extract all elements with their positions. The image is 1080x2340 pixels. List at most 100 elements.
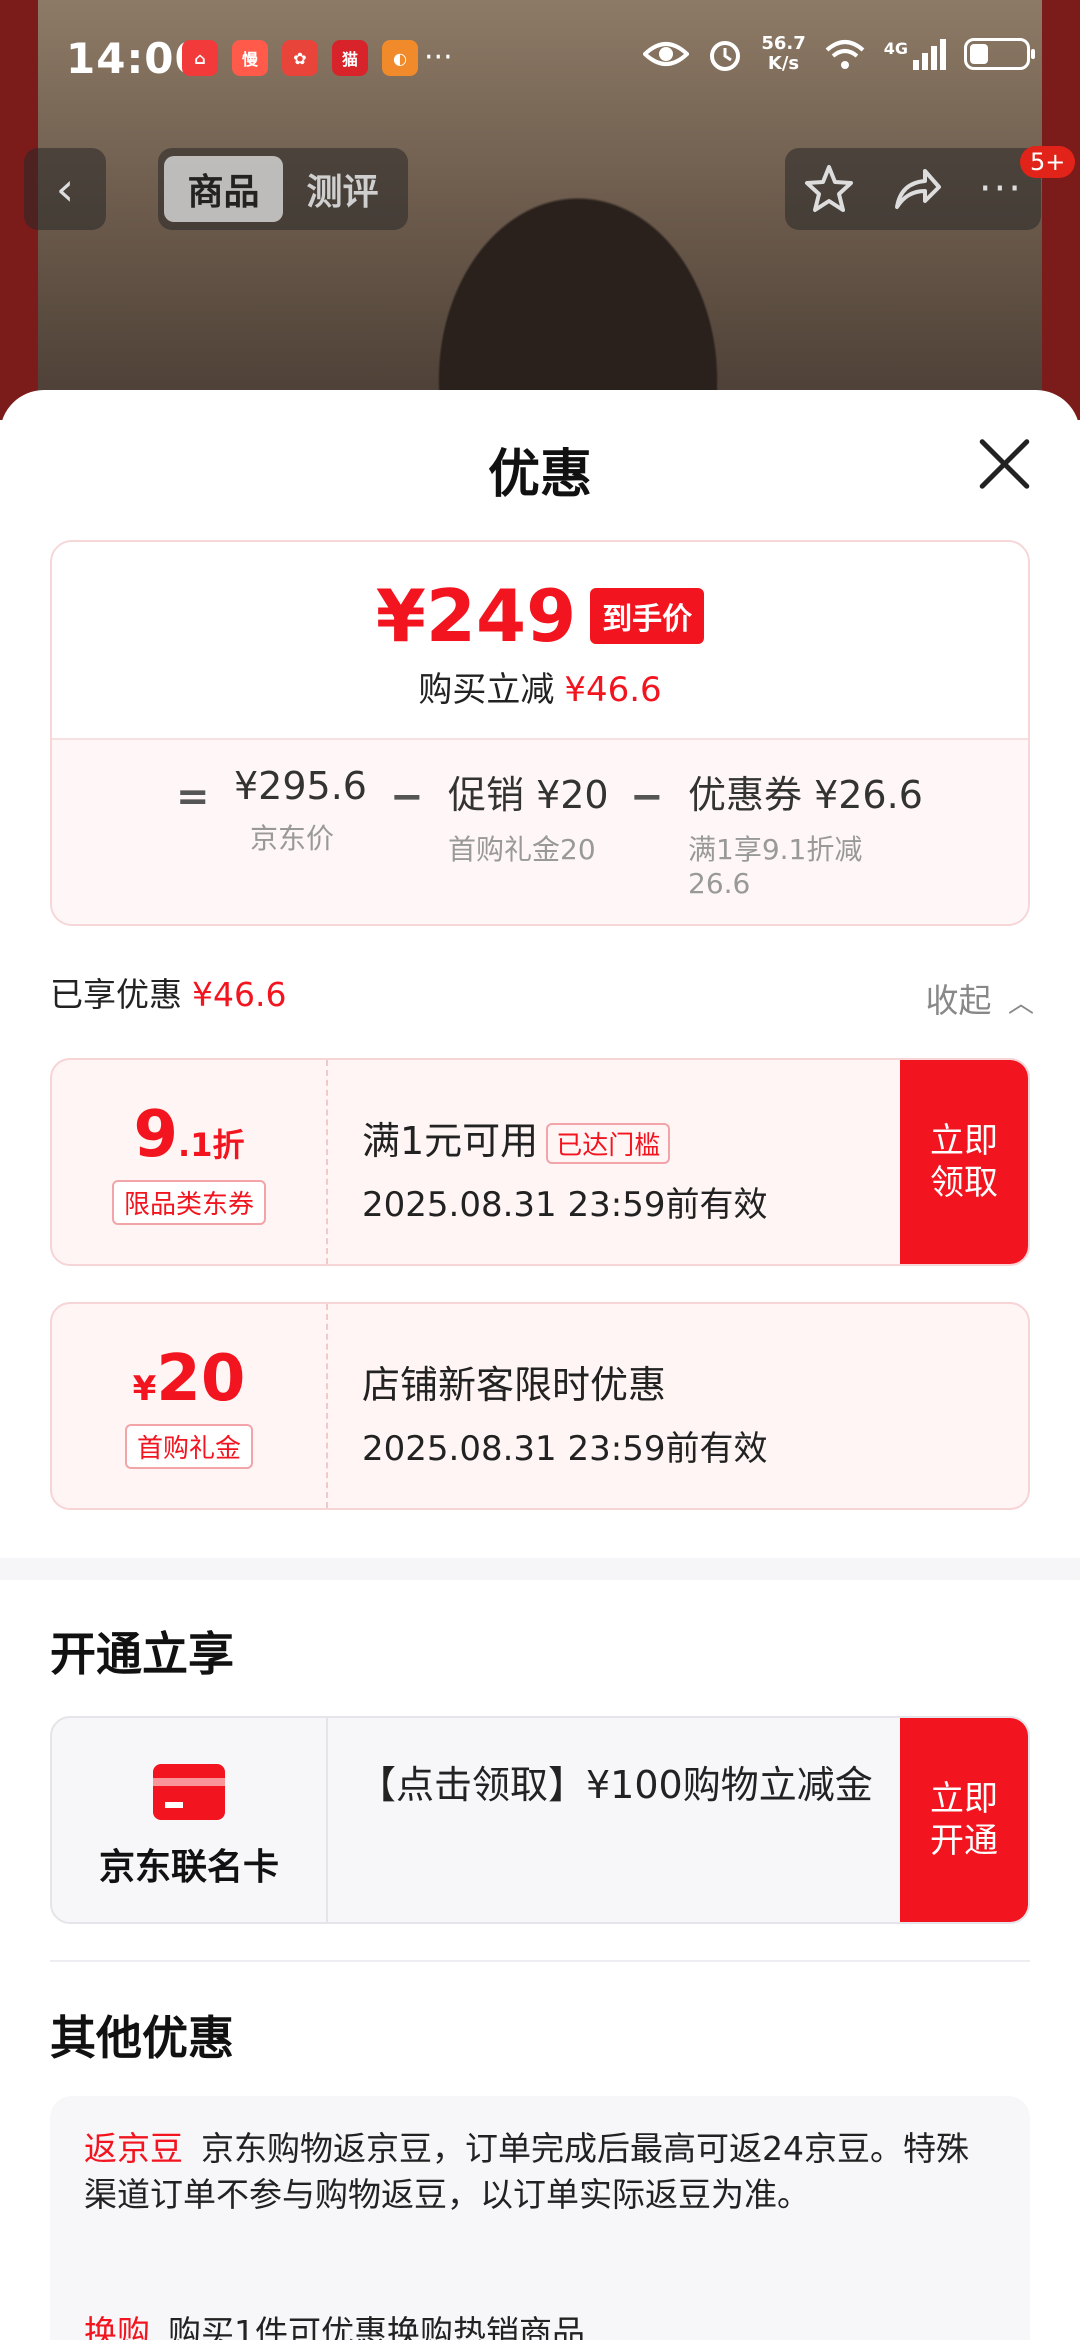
coupon-title: 满1元可用 已达门槛: [362, 1110, 888, 1165]
coupon-label-line1: 满1享9.1折减: [688, 833, 863, 866]
minus-sign: −: [390, 774, 424, 820]
coupon-amount: 优惠券 ¥26.6: [688, 773, 923, 817]
other-section-title: 其他优惠: [50, 2011, 234, 2065]
gift-currency: ¥: [132, 1369, 157, 1409]
offer-label: 换购: [84, 2313, 150, 2340]
jd-price: ¥295.6: [234, 764, 367, 808]
other-offers: 返京豆 京东购物返京豆，订单完成后最高可返24京豆。特殊渠道订单不参与购物返豆，以…: [50, 2096, 1030, 2340]
claim-button-line2: 领取: [930, 1163, 998, 1203]
reduce-amount: ¥46.6: [564, 670, 662, 710]
chevron-up-icon: ︿: [1007, 989, 1034, 1019]
collapse-label: 收起: [925, 981, 992, 1020]
gift-title: 店铺新客限时优惠: [362, 1363, 667, 1407]
offer-text: 京东购物返京豆，订单完成后最高可返24京豆。特殊渠道订单不参与购物返豆，以订单实…: [84, 2129, 969, 2214]
message-badge: 5+: [1020, 146, 1076, 178]
jd-app-icon: ⌂: [182, 40, 218, 76]
gift-value: ¥20 首购礼金: [52, 1304, 328, 1508]
credit-card-icon: [153, 1764, 225, 1820]
star-favorite-icon[interactable]: [803, 163, 855, 215]
minus-sign: −: [630, 774, 664, 820]
battery-icon: [964, 38, 1035, 70]
offer-item-exchange[interactable]: 换购 购买1件可优惠换购热销商品: [84, 2310, 990, 2340]
gift-card: ¥20 首购礼金 店铺新客限时优惠 2025.08.31 23:59前有效: [50, 1302, 1030, 1510]
status-bar: 14:00 ⌂ 慢 ✿ 猫 ◐ ··· 56.7 K/s 4G: [0, 0, 1080, 120]
more-notifications-icon: ···: [424, 40, 453, 75]
tab-product[interactable]: 商品: [164, 156, 283, 222]
eye-icon: [643, 42, 690, 66]
coupon-label-line2: 26.6: [688, 867, 751, 900]
speed-value: 56.7: [761, 33, 806, 54]
tmall-app-icon: 猫: [332, 40, 368, 76]
collapse-toggle[interactable]: 收起 ︿: [925, 974, 1034, 1022]
gift-info: 店铺新客限时优惠 2025.08.31 23:59前有效: [362, 1354, 888, 1470]
notification-icons: ⌂ 慢 ✿ 猫 ◐: [182, 40, 418, 76]
open-section-title: 开通立享: [50, 1627, 234, 1681]
tab-review[interactable]: 测评: [283, 156, 402, 222]
status-indicators: 56.7 K/s 4G: [643, 34, 1035, 74]
back-button[interactable]: ‹: [24, 148, 106, 230]
section-divider: [0, 1558, 1080, 1580]
enjoyed-amount: ¥46.6: [192, 975, 287, 1014]
open-card-button[interactable]: 立即 开通: [900, 1718, 1028, 1922]
network-type: 4G: [883, 38, 908, 58]
cobrand-card-name: 京东联名卡: [98, 1847, 279, 1888]
open-button-line2: 开通: [930, 1821, 998, 1861]
coupon-label: 满1享9.1折减 26.6: [688, 833, 923, 901]
gift-amount: ¥20: [52, 1342, 326, 1416]
divider: [50, 1960, 1030, 1962]
gift-type-tag: 首购礼金: [124, 1424, 253, 1469]
sheet-title: 优惠: [487, 445, 592, 505]
app-notification-icon: 慢: [232, 40, 268, 76]
speed-unit: K/s: [767, 53, 800, 74]
reduce-line: 购买立减 ¥46.6: [52, 662, 1028, 711]
enjoyed-discount: 已享优惠 ¥46.6: [50, 968, 286, 1016]
coupon-col: 优惠券 ¥26.6 满1享9.1折减 26.6: [688, 764, 923, 901]
more-options-icon[interactable]: ···: [979, 166, 1023, 212]
jd-price-label: 京东价: [250, 822, 335, 855]
jd-price-col: ¥295.6 京东价: [234, 764, 367, 856]
app-notification-icon: ✿: [282, 40, 318, 76]
final-price: ¥249: [375, 574, 577, 658]
cobrand-card-offer: 京东联名卡 【点击领取】¥100购物立减金 立即 开通: [50, 1716, 1030, 1924]
offer-label: 返京豆: [84, 2129, 183, 2168]
promo-col: 促销 ¥20 首购礼金20: [448, 764, 609, 867]
price-breakdown: = ¥295.6 京东价 − 促销 ¥20 首购礼金20 − 优惠券 ¥26.6…: [52, 738, 1028, 924]
network-speed: 56.7 K/s: [761, 34, 805, 74]
promo-amount: 促销 ¥20: [448, 773, 609, 817]
close-button[interactable]: [974, 434, 1034, 494]
nav-actions: ···: [785, 148, 1041, 230]
gift-amount-main: 20: [156, 1342, 246, 1416]
wifi-icon: [825, 40, 865, 69]
equals-sign: =: [176, 774, 210, 820]
coupon-discount-main: 9: [133, 1098, 179, 1172]
coupon-condition: 满1元可用: [362, 1119, 539, 1163]
coupon-discount-small: .1折: [178, 1126, 245, 1164]
offer-item-beans: 返京豆 京东购物返京豆，订单完成后最高可返24京豆。特殊渠道订单不参与购物返豆，以…: [84, 2126, 990, 2218]
alarm-icon: [710, 41, 741, 71]
claim-coupon-button[interactable]: 立即 领取: [900, 1060, 1028, 1264]
offer-text: 购买1件可优惠换购热销商品: [168, 2313, 585, 2340]
promo-label: 首购礼金20: [448, 833, 596, 866]
open-button-line1: 立即: [930, 1779, 998, 1819]
coupon-value: 9.1折 限品类东券: [52, 1060, 328, 1264]
coupon-discount: 9.1折: [52, 1098, 326, 1172]
enjoyed-label: 已享优惠: [50, 975, 182, 1014]
final-price-section: ¥249 到手价 购买立减 ¥46.6: [52, 542, 1028, 738]
final-price-tag: 到手价: [590, 588, 705, 644]
coupon-validity: 2025.08.31 23:59前有效: [362, 1185, 768, 1225]
app-notification-icon: ◐: [382, 40, 418, 76]
coupon-type-tag: 限品类东券: [111, 1180, 266, 1225]
discount-sheet: 优惠 ¥249 到手价 购买立减 ¥46.6 = ¥295.6 京东价 − 促销 …: [0, 390, 1080, 2340]
price-summary: ¥249 到手价 购买立减 ¥46.6 = ¥295.6 京东价 − 促销 ¥20…: [50, 540, 1030, 926]
coupon-card: 9.1折 限品类东券 满1元可用 已达门槛 2025.08.31 23:59前有效…: [50, 1058, 1030, 1266]
threshold-reached-tag: 已达门槛: [546, 1123, 671, 1164]
chevron-left-icon: ‹: [55, 162, 75, 216]
cellular-signal-icon: 4G: [883, 38, 946, 70]
cobrand-offer-desc: 【点击领取】¥100购物立减金: [358, 1763, 873, 1807]
share-icon[interactable]: [891, 163, 943, 215]
gift-validity: 2025.08.31 23:59前有效: [362, 1429, 768, 1469]
cobrand-card-brand: 京东联名卡: [52, 1718, 328, 1922]
reduce-label: 购买立减: [418, 670, 555, 710]
coupon-info: 满1元可用 已达门槛 2025.08.31 23:59前有效: [362, 1110, 888, 1226]
product-tabs: 商品 测评: [158, 148, 408, 230]
